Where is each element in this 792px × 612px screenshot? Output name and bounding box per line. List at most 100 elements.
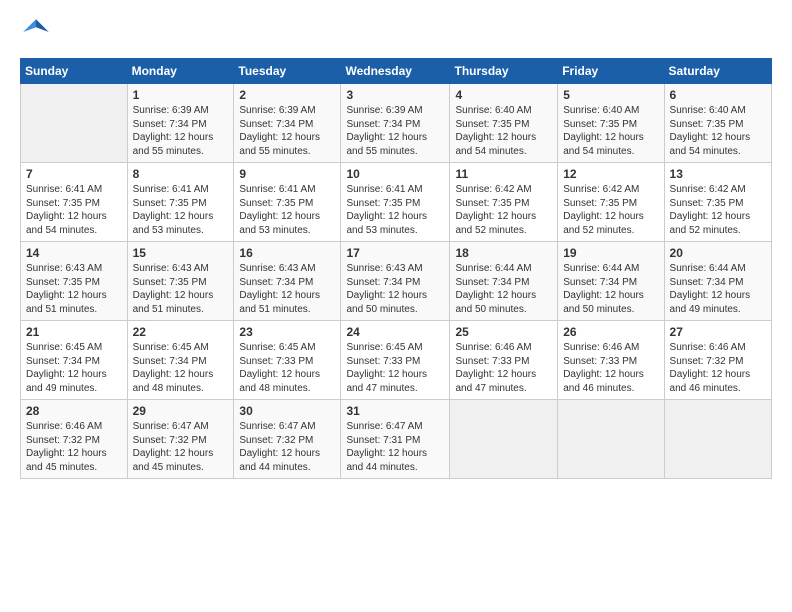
calendar-cell: 12Sunrise: 6:42 AMSunset: 7:35 PMDayligh… [558, 163, 664, 242]
calendar-cell: 13 Sunrise: 6:42 AMSunset: 7:35 PMDayligh… [664, 163, 771, 242]
day-number: 25 [455, 325, 552, 339]
calendar-cell: 5Sunrise: 6:40 AMSunset: 7:35 PMDaylight… [558, 84, 664, 163]
calendar-cell: 8 Sunrise: 6:41 AMSunset: 7:35 PMDaylight… [127, 163, 234, 242]
day-info: Sunrise: 6:40 AMSunset: 7:35 PMDaylight:… [455, 104, 552, 158]
day-info: Sunrise: 6:43 AMSunset: 7:35 PMDaylight:… [133, 262, 229, 316]
calendar-week-row: 7 Sunrise: 6:41 AMSunset: 7:35 PMDaylight… [21, 163, 772, 242]
calendar-cell: 7Sunrise: 6:41 AMSunset: 7:35 PMDaylight… [21, 163, 128, 242]
day-number: 31 [346, 404, 444, 418]
calendar-cell: 2Sunrise: 6:39 AMSunset: 7:34 PMDaylight… [234, 84, 341, 163]
day-number: 28 [26, 404, 122, 418]
calendar-cell: 10 Sunrise: 6:41 AMSunset: 7:35 PMDayligh… [341, 163, 450, 242]
day-info: Sunrise: 6:47 AMSunset: 7:32 PMDaylight:… [239, 420, 335, 474]
day-number: 4 [455, 88, 552, 102]
day-number: 23 [239, 325, 335, 339]
day-info: Sunrise: 6:45 AMSunset: 7:33 PMDaylight:… [239, 341, 335, 395]
calendar-cell [21, 84, 128, 163]
calendar-cell [450, 400, 558, 479]
calendar-cell: 23 Sunrise: 6:45 AMSunset: 7:33 PMDayligh… [234, 321, 341, 400]
day-info: Sunrise: 6:39 AMSunset: 7:34 PMDaylight:… [133, 104, 229, 158]
day-number: 18 [455, 246, 552, 260]
day-info: Sunrise: 6:46 AMSunset: 7:32 PMDaylight:… [670, 341, 766, 395]
page: SundayMondayTuesdayWednesdayThursdayFrid… [0, 0, 792, 612]
day-info: Sunrise: 6:46 AMSunset: 7:33 PMDaylight:… [455, 341, 552, 395]
calendar-cell: 22 Sunrise: 6:45 AMSunset: 7:34 PMDayligh… [127, 321, 234, 400]
calendar-cell: 11Sunrise: 6:42 AMSunset: 7:35 PMDayligh… [450, 163, 558, 242]
calendar-week-row: 28 Sunrise: 6:46 AMSunset: 7:32 PMDayligh… [21, 400, 772, 479]
calendar-cell [558, 400, 664, 479]
calendar: SundayMondayTuesdayWednesdayThursdayFrid… [20, 58, 772, 479]
day-info: Sunrise: 6:44 AMSunset: 7:34 PMDaylight:… [670, 262, 766, 316]
calendar-cell: 25 Sunrise: 6:46 AMSunset: 7:33 PMDayligh… [450, 321, 558, 400]
day-number: 24 [346, 325, 444, 339]
day-info: Sunrise: 6:41 AMSunset: 7:35 PMDaylight:… [346, 183, 444, 237]
weekday-header-wednesday: Wednesday [341, 59, 450, 84]
day-info: Sunrise: 6:44 AMSunset: 7:34 PMDaylight:… [455, 262, 552, 316]
day-info: Sunrise: 6:43 AMSunset: 7:34 PMDaylight:… [346, 262, 444, 316]
day-info: Sunrise: 6:46 AMSunset: 7:33 PMDaylight:… [563, 341, 658, 395]
logo-icon [20, 16, 52, 48]
calendar-week-row: 14 Sunrise: 6:43 AMSunset: 7:35 PMDayligh… [21, 242, 772, 321]
calendar-cell: 31 Sunrise: 6:47 AMSunset: 7:31 PMDayligh… [341, 400, 450, 479]
day-number: 10 [346, 167, 444, 181]
day-number: 29 [133, 404, 229, 418]
day-number: 3 [346, 88, 444, 102]
day-info: Sunrise: 6:39 AMSunset: 7:34 PMDaylight:… [346, 104, 444, 158]
day-number: 14 [26, 246, 122, 260]
calendar-cell: 30 Sunrise: 6:47 AMSunset: 7:32 PMDayligh… [234, 400, 341, 479]
day-info: Sunrise: 6:40 AMSunset: 7:35 PMDaylight:… [670, 104, 766, 158]
calendar-cell: 16 Sunrise: 6:43 AMSunset: 7:34 PMDayligh… [234, 242, 341, 321]
day-info: Sunrise: 6:41 AMSunset: 7:35 PMDaylight:… [133, 183, 229, 237]
day-number: 9 [239, 167, 335, 181]
day-number: 1 [133, 88, 229, 102]
day-number: 27 [670, 325, 766, 339]
day-info: Sunrise: 6:45 AMSunset: 7:34 PMDaylight:… [133, 341, 229, 395]
calendar-cell: 21 Sunrise: 6:45 AMSunset: 7:34 PMDayligh… [21, 321, 128, 400]
calendar-cell: 9 Sunrise: 6:41 AMSunset: 7:35 PMDaylight… [234, 163, 341, 242]
day-number: 16 [239, 246, 335, 260]
day-number: 20 [670, 246, 766, 260]
calendar-cell: 1 Sunrise: 6:39 AMSunset: 7:34 PMDaylight… [127, 84, 234, 163]
calendar-cell: 19 Sunrise: 6:44 AMSunset: 7:34 PMDayligh… [558, 242, 664, 321]
calendar-week-row: 21 Sunrise: 6:45 AMSunset: 7:34 PMDayligh… [21, 321, 772, 400]
weekday-header-sunday: Sunday [21, 59, 128, 84]
day-number: 11 [455, 167, 552, 181]
day-number: 13 [670, 167, 766, 181]
day-info: Sunrise: 6:47 AMSunset: 7:32 PMDaylight:… [133, 420, 229, 474]
calendar-cell: 18 Sunrise: 6:44 AMSunset: 7:34 PMDayligh… [450, 242, 558, 321]
calendar-cell [664, 400, 771, 479]
day-number: 21 [26, 325, 122, 339]
calendar-week-row: 1 Sunrise: 6:39 AMSunset: 7:34 PMDaylight… [21, 84, 772, 163]
day-info: Sunrise: 6:41 AMSunset: 7:35 PMDaylight:… [239, 183, 335, 237]
calendar-cell: 27 Sunrise: 6:46 AMSunset: 7:32 PMDayligh… [664, 321, 771, 400]
day-number: 17 [346, 246, 444, 260]
calendar-cell: 24Sunrise: 6:45 AMSunset: 7:33 PMDayligh… [341, 321, 450, 400]
day-info: Sunrise: 6:45 AMSunset: 7:34 PMDaylight:… [26, 341, 122, 395]
day-info: Sunrise: 6:42 AMSunset: 7:35 PMDaylight:… [563, 183, 658, 237]
weekday-header-monday: Monday [127, 59, 234, 84]
day-info: Sunrise: 6:42 AMSunset: 7:35 PMDaylight:… [670, 183, 766, 237]
day-info: Sunrise: 6:44 AMSunset: 7:34 PMDaylight:… [563, 262, 658, 316]
logo [20, 16, 56, 48]
weekday-header-friday: Friday [558, 59, 664, 84]
calendar-cell: 14Sunrise: 6:43 AMSunset: 7:35 PMDayligh… [21, 242, 128, 321]
calendar-cell: 29 Sunrise: 6:47 AMSunset: 7:32 PMDayligh… [127, 400, 234, 479]
day-info: Sunrise: 6:46 AMSunset: 7:32 PMDaylight:… [26, 420, 122, 474]
calendar-cell: 4 Sunrise: 6:40 AMSunset: 7:35 PMDaylight… [450, 84, 558, 163]
day-number: 8 [133, 167, 229, 181]
day-number: 22 [133, 325, 229, 339]
calendar-cell: 26Sunrise: 6:46 AMSunset: 7:33 PMDayligh… [558, 321, 664, 400]
day-info: Sunrise: 6:43 AMSunset: 7:34 PMDaylight:… [239, 262, 335, 316]
calendar-cell: 3 Sunrise: 6:39 AMSunset: 7:34 PMDaylight… [341, 84, 450, 163]
day-number: 7 [26, 167, 122, 181]
calendar-cell: 15Sunrise: 6:43 AMSunset: 7:35 PMDayligh… [127, 242, 234, 321]
calendar-cell: 6Sunrise: 6:40 AMSunset: 7:35 PMDaylight… [664, 84, 771, 163]
calendar-cell: 17 Sunrise: 6:43 AMSunset: 7:34 PMDayligh… [341, 242, 450, 321]
day-number: 30 [239, 404, 335, 418]
day-info: Sunrise: 6:47 AMSunset: 7:31 PMDaylight:… [346, 420, 444, 474]
day-number: 19 [563, 246, 658, 260]
weekday-header-saturday: Saturday [664, 59, 771, 84]
header [20, 16, 772, 48]
calendar-header-row: SundayMondayTuesdayWednesdayThursdayFrid… [21, 59, 772, 84]
calendar-cell: 20 Sunrise: 6:44 AMSunset: 7:34 PMDayligh… [664, 242, 771, 321]
